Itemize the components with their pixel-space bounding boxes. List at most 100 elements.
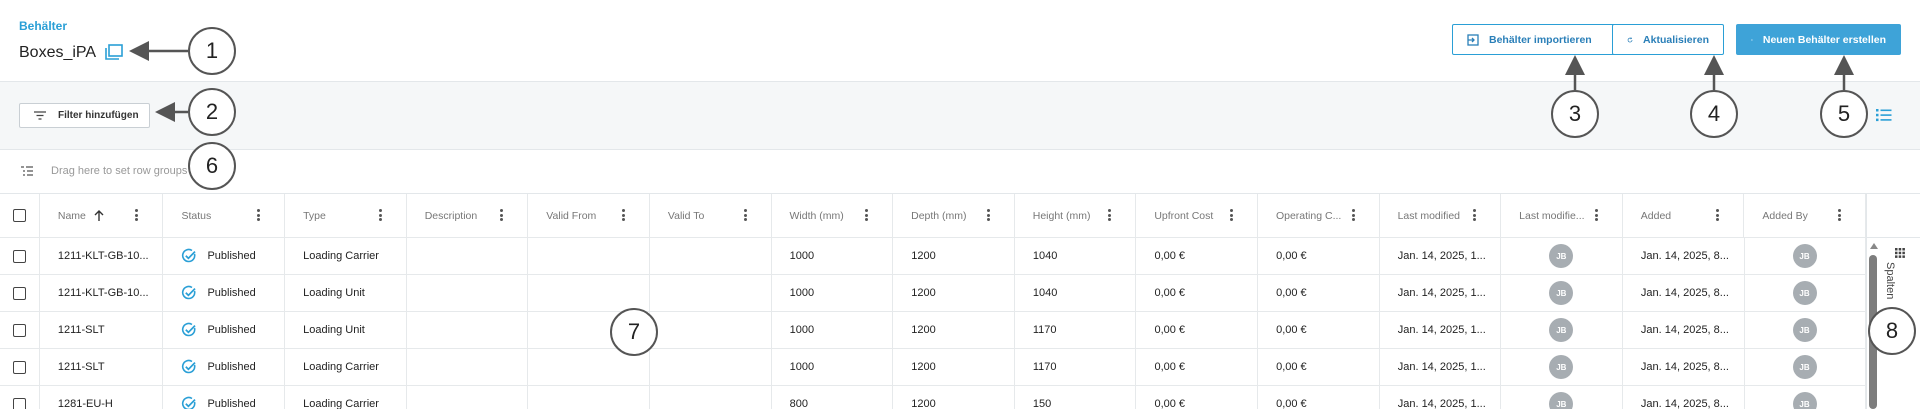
cell-valid-from[interactable]	[528, 238, 650, 274]
column-menu-icon[interactable]	[621, 209, 625, 221]
cell-valid-to[interactable]	[650, 238, 772, 274]
column-header-operating-cost[interactable]: Operating C...	[1258, 194, 1380, 237]
column-menu-icon[interactable]	[743, 209, 747, 221]
cell-added[interactable]: Jan. 14, 2025, 8...	[1623, 386, 1745, 409]
cell-type[interactable]: Loading Unit	[285, 275, 407, 311]
cell-depth[interactable]: 1200	[893, 312, 1015, 348]
cell-type[interactable]: Loading Carrier	[285, 238, 407, 274]
cell-upfront-cost[interactable]: 0,00 €	[1136, 238, 1259, 274]
cell-width[interactable]: 1000	[772, 349, 894, 385]
cell-valid-from[interactable]	[528, 386, 650, 409]
column-menu-icon[interactable]	[135, 209, 139, 221]
row-checkbox[interactable]	[12, 397, 26, 409]
column-header-added-by[interactable]: Added By	[1744, 194, 1866, 237]
cell-added-by[interactable]: JB	[1745, 386, 1867, 409]
column-header-status[interactable]: Status	[163, 194, 286, 237]
cell-status[interactable]: Published	[163, 275, 286, 311]
cell-last-modified[interactable]: Jan. 14, 2025, 1...	[1380, 275, 1502, 311]
cell-added[interactable]: Jan. 14, 2025, 8...	[1623, 312, 1745, 348]
cell-last-modified-by[interactable]: JB	[1501, 312, 1623, 348]
table-row[interactable]: 1211-KLT-GB-10... Published Loading Unit 10…	[0, 275, 1867, 312]
row-checkbox-cell[interactable]	[0, 349, 40, 385]
cell-added-by[interactable]: JB	[1745, 312, 1867, 348]
column-header-valid-to[interactable]: Valid To	[650, 194, 772, 237]
folder-stack-icon[interactable]	[104, 43, 124, 61]
select-all-checkbox-cell[interactable]	[0, 194, 40, 237]
avatar[interactable]: JB	[1792, 392, 1817, 409]
table-row[interactable]: 1211-SLT Published Loading Unit 1000 1200 117…	[0, 312, 1867, 349]
cell-last-modified[interactable]: Jan. 14, 2025, 1...	[1380, 386, 1502, 409]
cell-height[interactable]: 1170	[1015, 349, 1137, 385]
cell-last-modified[interactable]: Jan. 14, 2025, 1...	[1380, 238, 1502, 274]
cell-depth[interactable]: 1200	[893, 238, 1015, 274]
cell-valid-to[interactable]	[650, 349, 772, 385]
avatar[interactable]: JB	[1792, 281, 1817, 305]
cell-added-by[interactable]: JB	[1745, 349, 1867, 385]
column-header-last-modified-by[interactable]: Last modifie...	[1501, 194, 1623, 237]
cell-name[interactable]: 1211-KLT-GB-10...	[40, 275, 164, 311]
column-menu-icon[interactable]	[257, 209, 261, 221]
cell-status[interactable]: Published	[163, 312, 286, 348]
scroll-up-arrow[interactable]	[1870, 243, 1878, 249]
column-header-upfront-cost[interactable]: Upfront Cost	[1136, 194, 1258, 237]
cell-height[interactable]: 1040	[1015, 238, 1137, 274]
cell-height[interactable]: 1170	[1015, 312, 1137, 348]
table-row[interactable]: 1281-EU-H Published Loading Carrier 800 1200…	[0, 386, 1867, 409]
cell-added-by[interactable]: JB	[1745, 275, 1867, 311]
row-checkbox-cell[interactable]	[0, 238, 40, 274]
cell-width[interactable]: 1000	[772, 312, 894, 348]
column-menu-icon[interactable]	[1594, 209, 1598, 221]
cell-depth[interactable]: 1200	[893, 349, 1015, 385]
cell-last-modified-by[interactable]: JB	[1501, 349, 1623, 385]
add-filter-button[interactable]: Filter hinzufügen	[19, 103, 150, 128]
column-header-added[interactable]: Added	[1623, 194, 1745, 237]
cell-last-modified[interactable]: Jan. 14, 2025, 1...	[1380, 312, 1502, 348]
column-menu-icon[interactable]	[1229, 209, 1233, 221]
row-checkbox[interactable]	[12, 286, 26, 300]
cell-name[interactable]: 1211-KLT-GB-10...	[40, 238, 164, 274]
column-menu-icon[interactable]	[986, 209, 990, 221]
column-header-depth[interactable]: Depth (mm)	[893, 194, 1015, 237]
breadcrumb[interactable]: Behälter	[19, 19, 67, 33]
cell-operating-cost[interactable]: 0,00 €	[1258, 312, 1380, 348]
row-group-panel[interactable]: Drag here to set row groups	[0, 150, 1920, 194]
sort-ascending-icon[interactable]	[94, 210, 104, 221]
cell-description[interactable]	[407, 386, 529, 409]
cell-upfront-cost[interactable]: 0,00 €	[1136, 275, 1259, 311]
column-header-type[interactable]: Type	[285, 194, 407, 237]
cell-type[interactable]: Loading Unit	[285, 312, 407, 348]
column-menu-icon[interactable]	[1351, 209, 1355, 221]
cell-name[interactable]: 1211-SLT	[40, 349, 164, 385]
row-checkbox[interactable]	[12, 360, 26, 374]
import-button[interactable]: Behälter importieren	[1452, 24, 1616, 55]
row-checkbox[interactable]	[12, 249, 26, 263]
cell-width[interactable]: 1000	[772, 275, 894, 311]
cell-last-modified-by[interactable]: JB	[1501, 386, 1623, 409]
cell-added-by[interactable]: JB	[1745, 238, 1867, 274]
cell-depth[interactable]: 1200	[893, 275, 1015, 311]
row-checkbox-cell[interactable]	[0, 312, 40, 348]
create-container-button[interactable]: Neuen Behälter erstellen	[1736, 24, 1901, 55]
cell-upfront-cost[interactable]: 0,00 €	[1136, 386, 1259, 409]
column-header-description[interactable]: Description	[407, 194, 529, 237]
column-menu-icon[interactable]	[500, 209, 504, 221]
column-menu-icon[interactable]	[378, 209, 382, 221]
column-header-width[interactable]: Width (mm)	[772, 194, 894, 237]
avatar[interactable]: JB	[1792, 318, 1817, 342]
cell-status[interactable]: Published	[163, 386, 286, 409]
cell-width[interactable]: 1000	[772, 238, 894, 274]
cell-description[interactable]	[407, 275, 529, 311]
cell-description[interactable]	[407, 312, 529, 348]
cell-valid-to[interactable]	[650, 312, 772, 348]
cell-operating-cost[interactable]: 0,00 €	[1258, 386, 1380, 409]
cell-height[interactable]: 150	[1015, 386, 1137, 409]
cell-added[interactable]: Jan. 14, 2025, 8...	[1623, 238, 1745, 274]
cell-status[interactable]: Published	[163, 238, 286, 274]
cell-valid-from[interactable]	[528, 275, 650, 311]
cell-width[interactable]: 800	[772, 386, 894, 409]
column-header-valid-from[interactable]: Valid From	[528, 194, 650, 237]
column-menu-icon[interactable]	[1838, 209, 1841, 221]
cell-type[interactable]: Loading Carrier	[285, 349, 407, 385]
cell-depth[interactable]: 1200	[893, 386, 1015, 409]
avatar[interactable]: JB	[1549, 355, 1574, 379]
